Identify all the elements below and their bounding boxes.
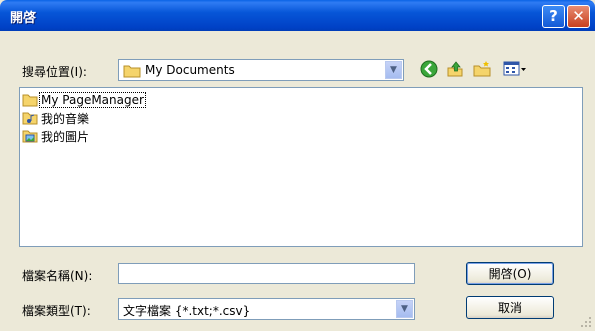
folder-icon: [22, 94, 38, 107]
filetype-label: 檔案類型(T):: [22, 304, 91, 318]
list-item[interactable]: 我的音樂: [22, 109, 90, 127]
up-folder-icon[interactable]: [446, 60, 464, 78]
look-in-value: My Documents: [145, 63, 235, 77]
music-folder-icon: [22, 112, 38, 125]
cancel-button[interactable]: 取消: [466, 296, 554, 319]
close-button[interactable]: ✕: [567, 5, 590, 28]
cancel-button-label: 取消: [497, 301, 522, 315]
help-button[interactable]: ?: [542, 5, 565, 28]
folder-icon: [123, 65, 141, 78]
filename-input[interactable]: [118, 263, 415, 284]
title-bar: 開啓 ? ✕: [0, 0, 595, 31]
open-button[interactable]: 開啓(O): [466, 262, 554, 285]
list-item[interactable]: 我的圖片: [22, 127, 90, 145]
chevron-down-icon[interactable]: ▼: [385, 61, 402, 79]
filename-label: 檔案名稱(N):: [22, 269, 93, 283]
look-in-dropdown[interactable]: My Documents ▼: [118, 59, 404, 81]
file-list[interactable]: My PageManager 我的音樂 我的圖片: [19, 87, 583, 247]
views-menu-icon[interactable]: [503, 60, 527, 78]
help-icon: ?: [549, 7, 558, 25]
chevron-down-icon[interactable]: ▼: [396, 300, 413, 318]
file-name: My PageManager: [39, 92, 146, 108]
close-icon: ✕: [572, 7, 585, 25]
filetype-value: 文字檔案 {*.txt;*.csv}: [123, 304, 251, 318]
resize-grip-icon[interactable]: [580, 316, 592, 328]
filetype-dropdown[interactable]: 文字檔案 {*.txt;*.csv} ▼: [118, 298, 415, 320]
new-folder-icon[interactable]: [473, 60, 491, 78]
back-icon[interactable]: [420, 60, 438, 78]
file-name: 我的圖片: [41, 129, 90, 144]
window-title: 開啓: [10, 11, 37, 26]
file-name: 我的音樂: [41, 111, 90, 126]
list-item[interactable]: My PageManager: [22, 91, 146, 109]
look-in-label: 搜尋位置(I):: [22, 65, 87, 79]
pictures-folder-icon: [22, 130, 38, 143]
open-button-label: 開啓(O): [488, 267, 532, 281]
